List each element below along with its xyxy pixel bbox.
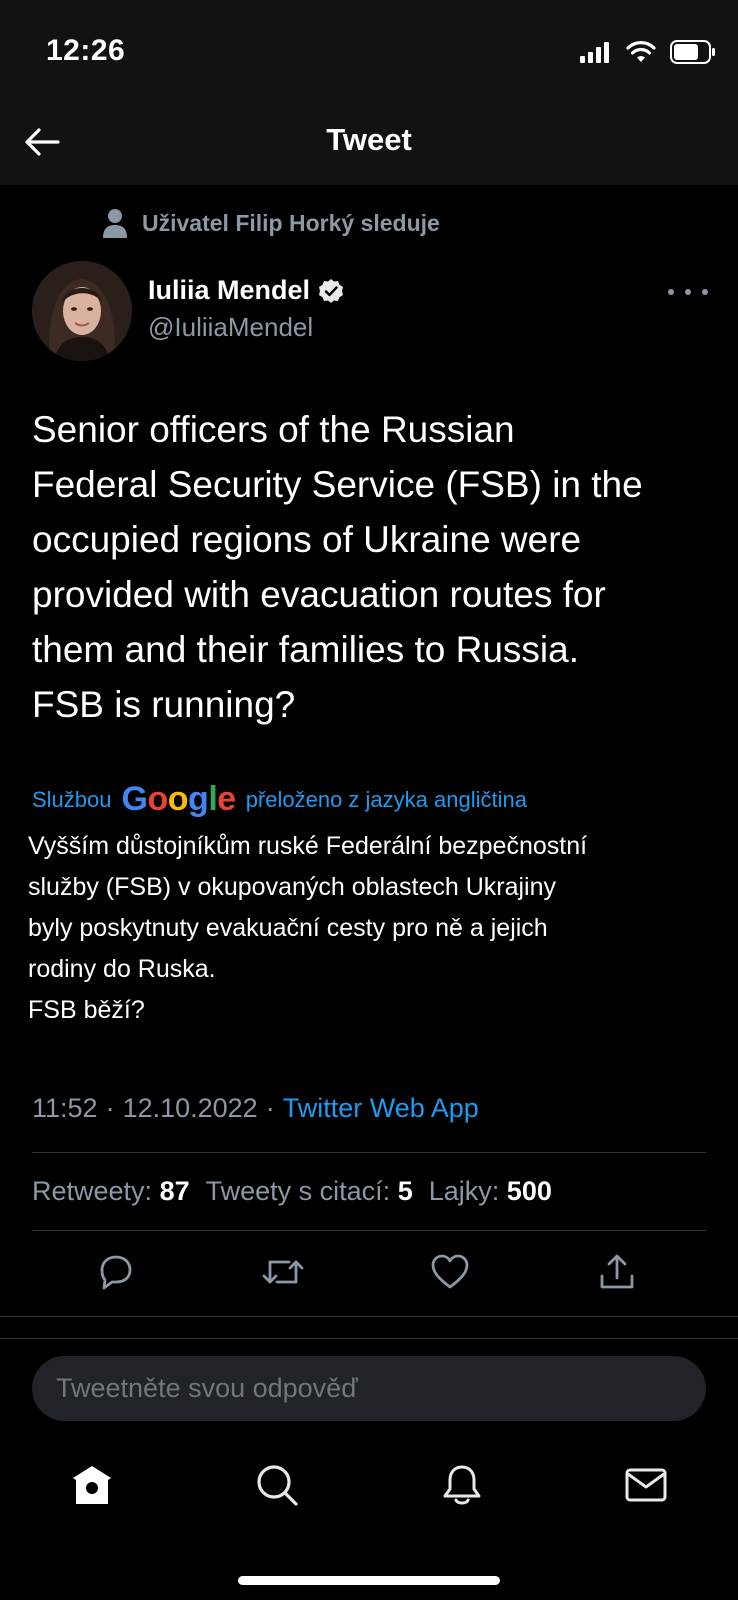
retweet-icon	[262, 1260, 304, 1284]
translation-suffix: přeloženo z jazyka angličtina	[245, 786, 527, 812]
translation-prefix: Službou	[32, 786, 112, 812]
translated-text: Vyšším důstojníkům ruské Federální bezpe…	[28, 832, 588, 1024]
heart-icon	[431, 1254, 469, 1289]
like-button[interactable]	[428, 1250, 472, 1294]
battery-icon	[670, 40, 715, 64]
retweets-count: 87	[159, 1176, 190, 1206]
google-logo: Google	[121, 780, 237, 818]
quotes-count: 5	[397, 1176, 413, 1206]
top-app-bar: Tweet	[0, 100, 738, 185]
tab-messages[interactable]	[621, 1460, 671, 1510]
author-handle[interactable]: @IuliiaMendel	[148, 312, 313, 343]
likes-count: 500	[506, 1176, 552, 1206]
home-icon	[73, 1466, 111, 1504]
tab-notifications[interactable]	[437, 1460, 487, 1510]
cellular-signal-icon	[580, 42, 609, 63]
more-options-button[interactable]	[668, 280, 708, 304]
more-dot-icon	[685, 289, 691, 295]
share-icon	[600, 1254, 634, 1289]
tweet-detail-screen: 12:26 Tweet Uživatel Filip Horký sleduje…	[0, 0, 738, 1600]
retweets-label: Retweety:	[32, 1176, 153, 1206]
likes-stat[interactable]: Lajky: 500	[429, 1176, 552, 1207]
social-context-text: Uživatel Filip Horký sleduje	[142, 209, 440, 236]
share-button[interactable]	[595, 1250, 639, 1294]
meta-separator: ·	[265, 1093, 275, 1123]
comment-icon	[100, 1255, 132, 1290]
verified-badge-icon	[319, 278, 344, 303]
tab-home[interactable]	[67, 1460, 117, 1510]
quotes-label: Tweety s citací:	[205, 1176, 391, 1206]
likes-label: Lajky:	[428, 1176, 500, 1206]
person-icon	[103, 209, 127, 238]
status-icons	[580, 40, 716, 64]
retweets-stat[interactable]: Retweety: 87	[32, 1176, 190, 1207]
avatar[interactable]	[32, 261, 132, 361]
tweet-actions	[0, 1250, 738, 1300]
author-name: Iuliia Mendel	[148, 275, 311, 305]
tweet-time: 11:52	[32, 1093, 98, 1123]
quotes-stat[interactable]: Tweety s citací: 5	[206, 1176, 413, 1207]
bottom-tab-bar	[0, 1460, 738, 1520]
home-indicator[interactable]	[238, 1576, 500, 1585]
bell-icon	[443, 1465, 481, 1505]
search-icon	[257, 1465, 298, 1506]
tweet-stats: Retweety: 87 Tweety s citací: 5 Lajky: 5…	[32, 1176, 552, 1207]
meta-separator: ·	[105, 1093, 115, 1123]
page-title: Tweet	[326, 122, 412, 157]
mail-icon	[625, 1468, 667, 1502]
status-time: 12:26	[46, 34, 126, 67]
divider	[32, 1152, 706, 1153]
divider	[0, 1316, 738, 1317]
status-bar: 12:26	[0, 0, 738, 100]
social-context[interactable]: Uživatel Filip Horký sleduje	[102, 208, 440, 238]
reply-button[interactable]	[94, 1250, 138, 1294]
tweet-date: 12.10.2022	[122, 1093, 258, 1123]
tweet-text: Senior officers of the Russian Federal S…	[32, 409, 643, 725]
reply-composer	[32, 1356, 706, 1421]
tab-search[interactable]	[252, 1460, 302, 1510]
tweet-meta: 11:52 · 12.10.2022 · Twitter Web App	[32, 1093, 479, 1124]
author-name-row[interactable]: Iuliia Mendel	[148, 275, 344, 306]
more-dot-icon	[668, 289, 674, 295]
tweet-source-link[interactable]: Twitter Web App	[283, 1093, 479, 1124]
wifi-icon	[626, 41, 656, 62]
divider	[32, 1230, 706, 1231]
divider	[0, 1338, 738, 1339]
more-dot-icon	[702, 289, 708, 295]
retweet-button[interactable]	[261, 1250, 305, 1294]
avatar-image	[32, 261, 132, 361]
translation-attribution[interactable]: Službou Google přeloženo z jazyka anglič…	[32, 780, 527, 819]
reply-input[interactable]	[32, 1356, 706, 1421]
